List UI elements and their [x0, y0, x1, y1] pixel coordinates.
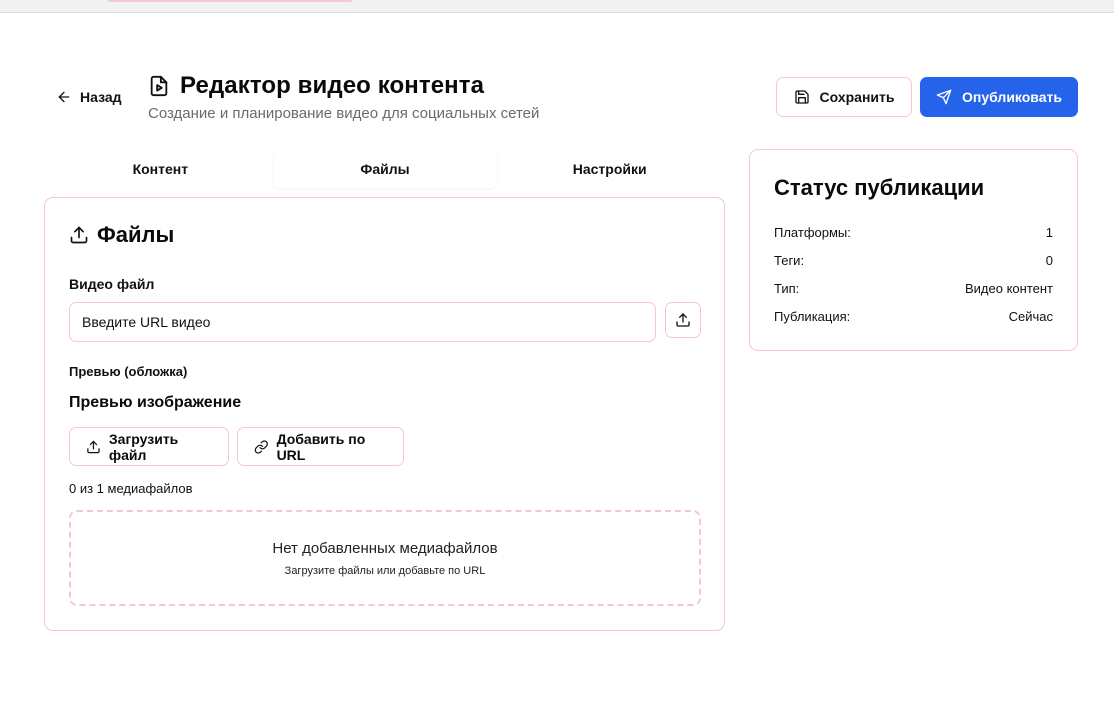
video-file-label: Видео файл — [69, 276, 155, 292]
status-label: Платформы: — [774, 225, 851, 240]
video-url-input[interactable] — [69, 302, 656, 342]
video-file-icon — [150, 75, 168, 97]
page-title: Редактор видео контента — [180, 72, 485, 99]
back-label: Назад — [80, 89, 122, 105]
back-button[interactable]: Назад — [56, 86, 122, 108]
upload-icon — [70, 226, 88, 244]
add-by-url-label: Добавить по URL — [276, 430, 366, 463]
editor-tabs: Контент Файлы Настройки — [48, 150, 722, 188]
status-card-title: Статус публикации — [774, 175, 985, 200]
status-value: 1 — [1045, 225, 1053, 240]
empty-state-title: Нет добавленных медиафайлов — [272, 539, 498, 557]
publish-label: Опубликовать — [962, 89, 1062, 105]
tab-settings[interactable]: Настройки — [497, 150, 722, 188]
video-upload-button[interactable] — [665, 302, 701, 338]
send-icon — [936, 89, 952, 105]
tab-content[interactable]: Контент — [48, 150, 273, 188]
status-label: Тип: — [774, 281, 800, 296]
status-row-type: Тип: Видео контент — [774, 281, 1053, 296]
publication-status-card: Статус публикации Платформы: 1 Теги: 0 Т… — [749, 149, 1078, 351]
upload-icon — [676, 313, 690, 327]
media-dropzone[interactable]: Нет добавленных медиафайлов Загрузите фа… — [69, 510, 701, 606]
tab-files[interactable]: Файлы — [272, 150, 498, 188]
status-row-publication: Публикация: Сейчас — [774, 309, 1053, 324]
save-button[interactable]: Сохранить — [776, 77, 912, 117]
upload-icon — [87, 440, 100, 453]
files-card-title: Файлы — [69, 222, 174, 248]
status-row-tags: Теги: 0 — [774, 253, 1053, 268]
save-icon — [794, 90, 809, 104]
files-card: Файлы Видео файл Превью (обложка) Превью… — [44, 197, 725, 631]
browser-tab-indicator — [108, 0, 352, 2]
page-subtitle: Создание и планирование видео для социал… — [148, 105, 540, 122]
files-title-text: Файлы — [97, 222, 175, 247]
save-label: Сохранить — [819, 89, 895, 105]
status-value: 0 — [1045, 253, 1053, 268]
media-counter: 0 из 1 медиафайлов — [69, 481, 193, 496]
arrow-left-icon — [58, 91, 70, 103]
upload-file-button[interactable]: Загрузить файл — [69, 427, 229, 466]
status-label: Публикация: — [774, 309, 851, 324]
status-value: Сейчас — [1008, 309, 1053, 324]
publish-button[interactable]: Опубликовать — [920, 77, 1078, 117]
status-value: Видео контент — [964, 281, 1053, 296]
page-title-row: Редактор видео контента — [148, 72, 484, 100]
link-icon — [254, 439, 268, 454]
upload-file-label: Загрузить файл — [108, 430, 179, 463]
preview-heading: Превью изображение — [69, 394, 242, 411]
empty-state-hint: Загрузите файлы или добавьте по URL — [284, 564, 486, 577]
add-by-url-button[interactable]: Добавить по URL — [237, 427, 404, 466]
browser-top-strip — [0, 0, 1114, 13]
status-label: Теги: — [774, 253, 805, 268]
preview-label: Превью (обложка) — [69, 364, 188, 379]
status-row-platforms: Платформы: 1 — [774, 225, 1053, 240]
